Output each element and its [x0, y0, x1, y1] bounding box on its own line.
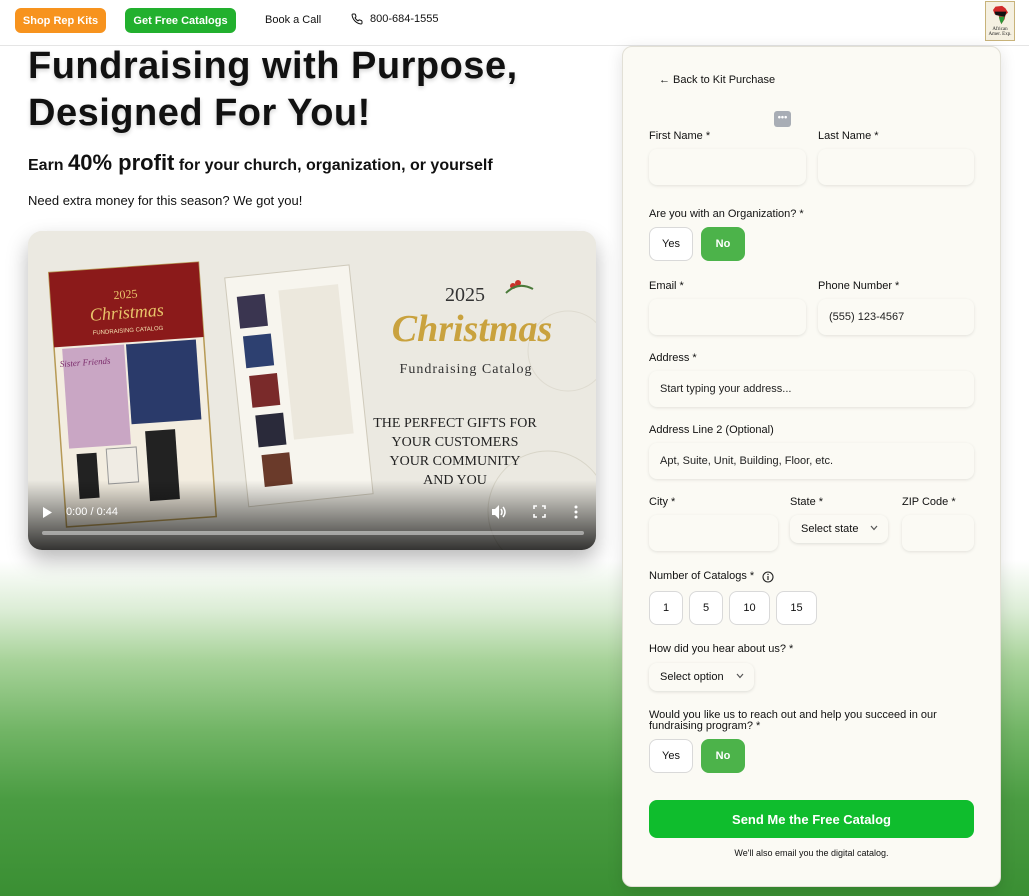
- phone-label: Phone Number *: [818, 280, 900, 292]
- state-select-value: Select state: [801, 523, 859, 535]
- get-free-catalogs-button[interactable]: Get Free Catalogs: [125, 8, 236, 33]
- video-progress-track[interactable]: [42, 531, 584, 535]
- hero-sub-pre: Earn: [28, 157, 64, 174]
- catalog-year: 2025: [445, 284, 485, 306]
- phone-icon: [351, 13, 363, 25]
- first-name-field[interactable]: [649, 149, 806, 185]
- send-free-catalog-button[interactable]: Send Me the Free Catalog: [649, 800, 974, 838]
- zip-field[interactable]: [902, 515, 974, 551]
- reach-out-yes-button[interactable]: Yes: [649, 739, 693, 773]
- catalog-request-form: ← Back to Kit Purchase First Name * Last…: [622, 46, 1001, 887]
- hear-about-select-value: Select option: [660, 671, 724, 683]
- email-note: We'll also email you the digital catalog…: [734, 848, 889, 858]
- chevron-down-icon: [870, 525, 878, 531]
- organization-no-button[interactable]: No: [701, 227, 745, 261]
- address-label: Address *: [649, 352, 697, 364]
- organization-yes-button[interactable]: Yes: [649, 227, 693, 261]
- address2-label: Address Line 2 (Optional): [649, 424, 774, 436]
- shop-rep-kits-button[interactable]: Shop Rep Kits: [15, 8, 106, 33]
- hear-about-label: How did you hear about us? *: [649, 643, 794, 655]
- brand-logo[interactable]: African Amer. Exp.: [985, 1, 1015, 41]
- last-name-field[interactable]: [818, 149, 974, 185]
- catalog-option-1[interactable]: 1: [649, 591, 683, 625]
- info-icon[interactable]: [762, 571, 774, 583]
- city-field[interactable]: [649, 515, 778, 551]
- hear-about-select[interactable]: Select option: [649, 663, 754, 691]
- play-icon[interactable]: [42, 507, 52, 518]
- email-field[interactable]: [649, 299, 806, 335]
- password-manager-icon[interactable]: •••: [774, 111, 791, 127]
- reach-out-no-button[interactable]: No: [701, 739, 745, 773]
- cover-year: 2025: [113, 286, 138, 302]
- hero-description: Need extra money for this season? We got…: [28, 193, 303, 208]
- city-label: City *: [649, 496, 676, 508]
- last-name-label: Last Name *: [818, 130, 879, 142]
- zip-label: ZIP Code *: [902, 496, 956, 508]
- top-navigation: Shop Rep Kits Get Free Catalogs Book a C…: [0, 0, 1029, 46]
- catalog-option-15[interactable]: 15: [776, 591, 817, 625]
- catalogs-label: Number of Catalogs *: [649, 570, 755, 582]
- tagline-line-2: YOUR CUSTOMERS: [392, 435, 519, 450]
- reach-out-question: Would you like us to reach out and help …: [649, 709, 937, 732]
- more-vertical-icon[interactable]: [574, 505, 578, 519]
- hero-title-line2: Designed For You!: [28, 92, 371, 134]
- catalog-option-5[interactable]: 5: [689, 591, 723, 625]
- book-a-call-link[interactable]: Book a Call: [265, 14, 321, 26]
- tagline-line-3: YOUR COMMUNITY: [389, 454, 520, 469]
- video-time: 0:00 / 0:44: [66, 506, 118, 518]
- logo-text: African Amer. Exp.: [988, 27, 1012, 37]
- volume-icon[interactable]: [492, 505, 507, 519]
- tagline-line-1: THE PERFECT GIFTS FOR: [373, 416, 537, 431]
- first-name-label: First Name *: [649, 130, 711, 142]
- catalog-title: Christmas: [392, 308, 553, 350]
- hero-sub-profit: 40% profit: [68, 150, 175, 175]
- address2-field[interactable]: Apt, Suite, Unit, Building, Floor, etc.: [649, 443, 974, 479]
- hero-sub-post: for your church, organization, or yourse…: [178, 157, 493, 174]
- promo-video[interactable]: 2025 Christmas FUNDRAISING CATALOG Siste…: [28, 231, 596, 550]
- hero-subtitle: Earn 40% profit for your church, organiz…: [28, 150, 493, 176]
- phone-link[interactable]: 800-684-1555: [351, 13, 439, 25]
- catalog-option-10[interactable]: 10: [729, 591, 770, 625]
- organization-question: Are you with an Organization? *: [649, 208, 804, 220]
- chevron-down-icon: [736, 673, 744, 679]
- phone-field[interactable]: (555) 123-4567: [818, 299, 974, 335]
- address-field[interactable]: Start typing your address...: [649, 371, 974, 407]
- state-label: State *: [790, 496, 824, 508]
- fullscreen-icon[interactable]: [533, 505, 546, 518]
- hero-title: Fundraising with Purpose, Designed For Y…: [28, 43, 588, 137]
- phone-number: 800-684-1555: [370, 13, 439, 25]
- catalog-subtitle: Fundraising Catalog: [400, 362, 533, 377]
- back-to-kit-purchase-link[interactable]: ← Back to Kit Purchase: [659, 74, 775, 86]
- africa-map-icon: [993, 5, 1008, 25]
- hero-title-line1: Fundraising with Purpose,: [28, 45, 518, 87]
- state-select[interactable]: Select state: [790, 515, 888, 543]
- email-label: Email *: [649, 280, 684, 292]
